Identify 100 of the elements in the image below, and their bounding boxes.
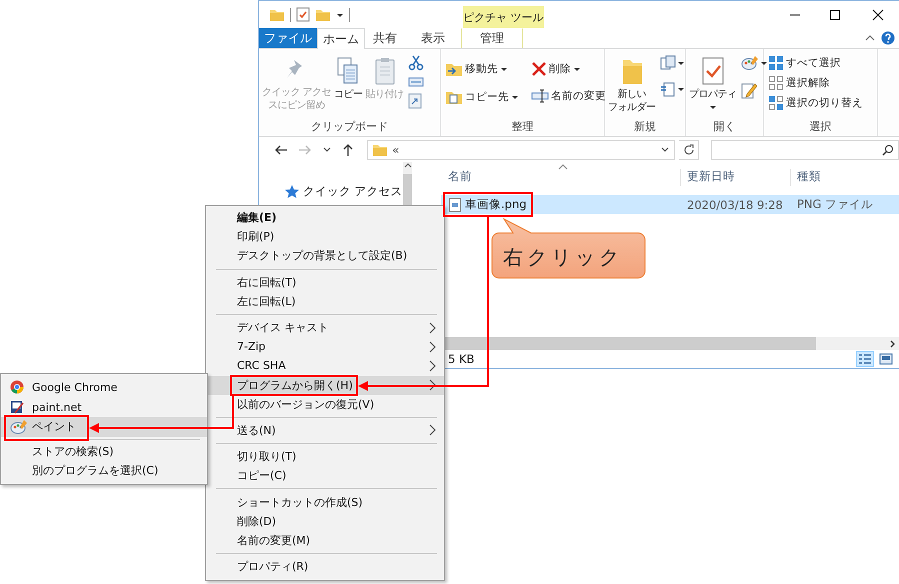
search-icon xyxy=(882,144,894,156)
caret-icon xyxy=(676,59,684,67)
caret-icon xyxy=(760,59,768,67)
ribbon-button[interactable]: 新しい フォルダー xyxy=(608,54,656,116)
grid-icon xyxy=(768,55,784,71)
ribbon-icon-button[interactable] xyxy=(658,80,686,98)
menu-item[interactable]: 削除(D) xyxy=(206,512,444,531)
ribbon-button[interactable]: すべて選択 xyxy=(767,54,864,72)
large-icons-view-button[interactable] xyxy=(877,351,895,367)
chevron-down-icon xyxy=(322,146,332,154)
caret-icon xyxy=(500,65,508,73)
path-copy-icon xyxy=(408,76,424,88)
caret-icon xyxy=(511,93,519,101)
menu-item[interactable]: 別のプログラムを選択(C) xyxy=(1,461,207,480)
ribbon-tab[interactable]: ホーム xyxy=(317,28,365,49)
ribbon-button[interactable]: 移動先 xyxy=(444,60,520,78)
menu-item[interactable]: 印刷(P) xyxy=(206,227,444,246)
palette-icon xyxy=(10,419,28,435)
column-header[interactable]: 名前 xyxy=(414,169,681,186)
pencil-document-icon xyxy=(740,81,756,99)
palette-icon xyxy=(740,55,758,71)
menu-item[interactable]: 編集(E) xyxy=(206,208,444,228)
browser-icon xyxy=(10,380,24,394)
dropdown-caret-icon xyxy=(660,146,670,154)
menu-item[interactable]: CRC SHA xyxy=(206,356,444,376)
paint-canvas-icon xyxy=(10,400,24,414)
ribbon-icon-button[interactable] xyxy=(406,75,425,89)
maximize-icon xyxy=(829,8,841,20)
file-row[interactable]: 車画像.png 2020/03/18 9:28 PNG ファイル xyxy=(441,195,899,214)
menu-item[interactable]: ショートカットの作成(S) xyxy=(206,492,444,512)
collapse-ribbon-icon xyxy=(865,34,875,42)
details-view-button[interactable] xyxy=(856,351,874,367)
ribbon-button[interactable]: 選択解除 xyxy=(767,74,864,92)
column-header[interactable]: 種類 xyxy=(791,169,821,186)
menu-item[interactable]: paint.net xyxy=(1,398,207,417)
ribbon-button[interactable]: プロパティ xyxy=(689,54,736,113)
new-item-icon xyxy=(660,55,676,71)
folder-icon xyxy=(372,142,388,156)
ribbon-tab[interactable]: 表示 xyxy=(405,28,461,48)
menu-item[interactable]: 切り取り(T) xyxy=(206,447,444,466)
column-header[interactable]: 更新日時 xyxy=(681,169,791,186)
menu-item[interactable]: 右に回転(T) xyxy=(206,272,444,292)
menu-item[interactable]: プロパティ(R) xyxy=(206,557,444,576)
ribbon-icon-button[interactable] xyxy=(406,54,425,72)
help-icon xyxy=(881,31,895,45)
menu-item[interactable]: デスクトップの背景として設定(B) xyxy=(206,246,444,266)
folder-arrow-icon xyxy=(445,61,463,77)
menu-item[interactable]: Google Chrome xyxy=(1,378,207,398)
group-label: 選択 xyxy=(808,119,832,135)
refresh-button[interactable] xyxy=(679,140,700,160)
folder-document-icon xyxy=(445,89,463,105)
ribbon-icon-button[interactable] xyxy=(740,54,768,72)
group-label: クリップボード xyxy=(310,119,389,135)
ribbon-tab[interactable]: 共有 xyxy=(365,28,405,48)
scissors-icon xyxy=(408,55,424,71)
menu-item[interactable]: 送る(N) xyxy=(206,420,444,440)
ribbon-button[interactable]: 名前の変更 xyxy=(530,88,607,104)
menu-item[interactable]: 以前のバージョンの復元(V) xyxy=(206,394,444,414)
nav-item[interactable]: クイック アクセス xyxy=(303,184,403,199)
file-name: 車画像.png xyxy=(465,197,527,212)
ribbon-button[interactable]: コピー xyxy=(334,54,363,103)
context-tab-header: ピクチャ ツール xyxy=(463,6,544,28)
checkmark-document-icon[interactable] xyxy=(296,7,310,22)
menu-item[interactable]: デバイス キャスト xyxy=(206,318,444,338)
ribbon-icon-button[interactable] xyxy=(658,54,686,72)
checkmark-document-icon xyxy=(700,56,725,86)
callout-bubble: 右クリック xyxy=(491,216,647,280)
ribbon-tab[interactable]: 管理 xyxy=(461,28,523,48)
grid-icon xyxy=(768,95,784,111)
menu-item[interactable]: 名前の変更(M) xyxy=(206,530,444,550)
ribbon-button[interactable]: コピー先 xyxy=(444,88,520,106)
caret-icon xyxy=(573,65,581,73)
path-prefix: « xyxy=(392,142,400,156)
back-arrow-icon xyxy=(274,144,288,156)
menu-item[interactable]: ペイント xyxy=(1,417,207,436)
menu-item[interactable]: 左に回転(L) xyxy=(206,292,444,311)
caret-icon xyxy=(676,85,684,93)
file-type: PNG ファイル xyxy=(796,197,874,212)
copy-icon xyxy=(336,56,360,86)
close-icon xyxy=(872,8,884,20)
ribbon-button[interactable]: 選択の切り替え xyxy=(767,94,864,112)
group-label: 新規 xyxy=(633,119,657,135)
modified-date: 2020/03/18 9:28 xyxy=(686,198,784,212)
delete-icon xyxy=(531,61,547,77)
up-arrow-icon xyxy=(342,142,354,156)
menu-item[interactable]: ストアの検索(S) xyxy=(1,442,207,461)
status-text: 5 KB xyxy=(448,352,474,366)
shortcut-icon xyxy=(408,93,422,109)
large-icons-view-icon xyxy=(879,353,893,365)
group-label: 整理 xyxy=(510,119,534,135)
menu-item[interactable]: コピー(C) xyxy=(206,466,444,486)
address-field[interactable]: « xyxy=(367,140,676,160)
caret-icon xyxy=(708,103,717,111)
menu-item[interactable]: 7-Zip xyxy=(206,337,444,356)
group-label: 開く xyxy=(712,119,736,135)
ribbon-button[interactable]: 削除 xyxy=(530,60,607,78)
forward-arrow-icon xyxy=(298,144,312,156)
star-icon xyxy=(285,185,299,198)
file-tab[interactable]: ファイル xyxy=(259,28,317,48)
search-field[interactable] xyxy=(711,140,899,160)
